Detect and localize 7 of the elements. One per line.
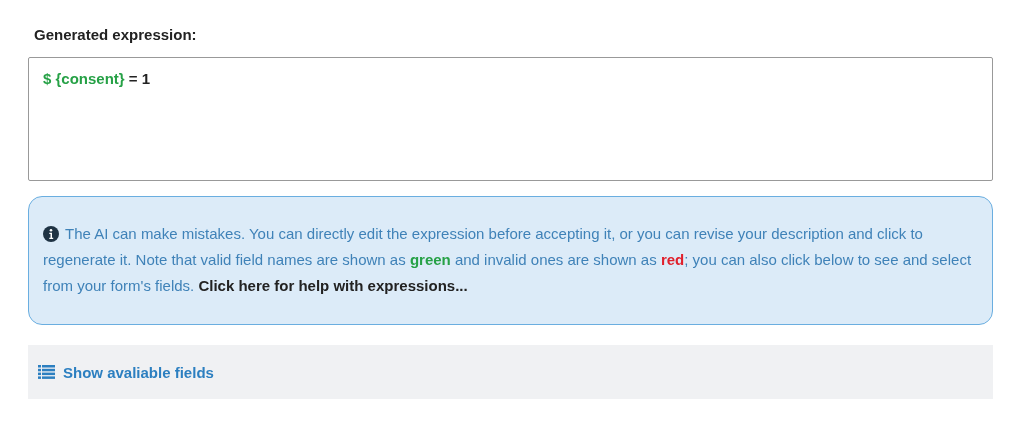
notice-text: The AI can make mistakes. You can directly edit the expression before accepting it, or you can revise your description and click to regenerate it. Note that valid field names are shown as green and invalid ones are shown as red; you can also click below to see and select from your form's fields. Click here for help with expressions... [43, 224, 973, 296]
info-icon [43, 226, 59, 242]
expression-field[interactable]: $ {consent} = 1 [28, 57, 993, 181]
help-link[interactable]: Click here for help with expressions... [198, 277, 468, 294]
expression-label: Generated expression: [34, 26, 198, 43]
list-icon [38, 365, 55, 379]
show-fields-button[interactable]: Show avaliable fields [28, 345, 993, 399]
